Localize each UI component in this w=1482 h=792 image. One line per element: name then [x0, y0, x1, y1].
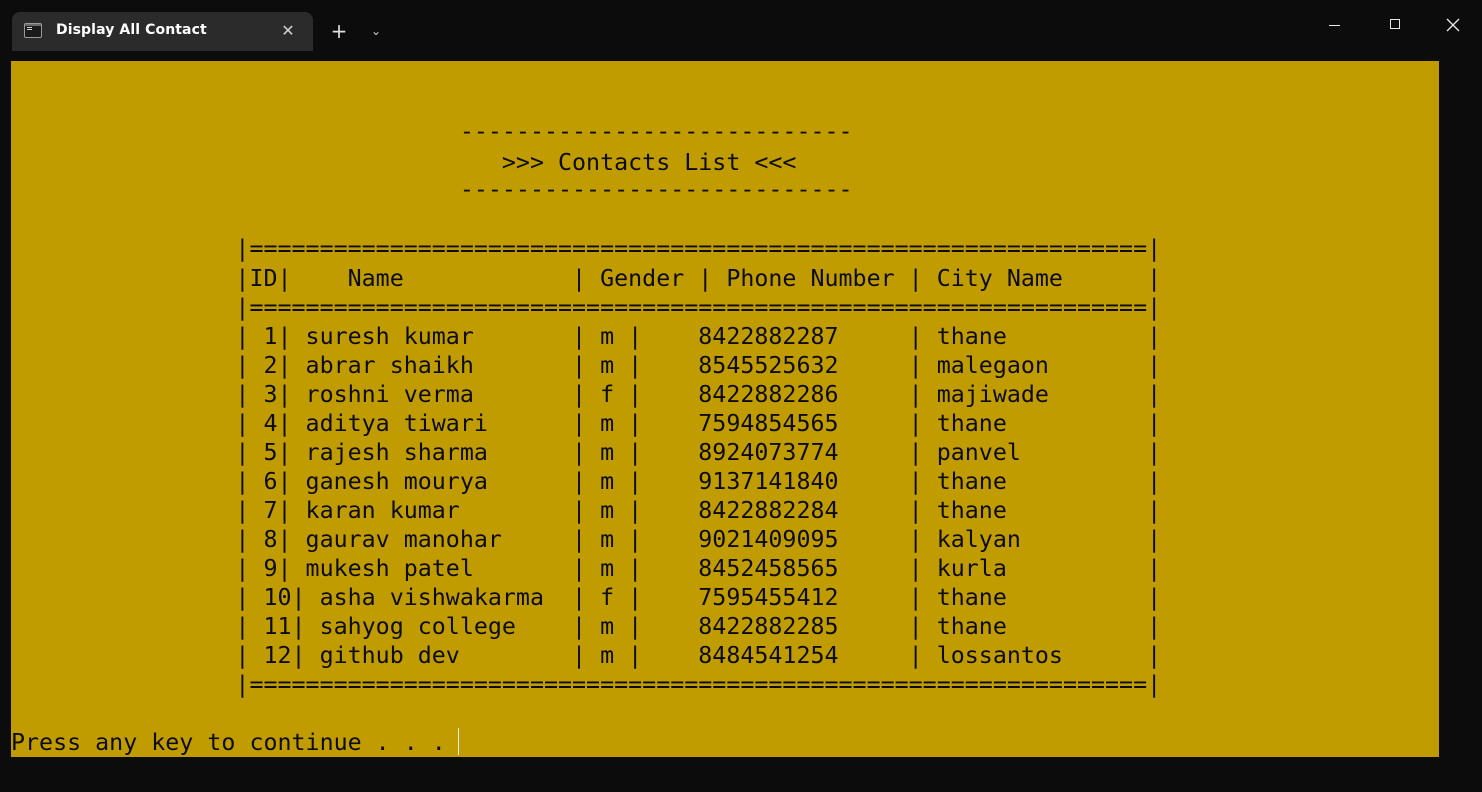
close-tab-icon[interactable]: ✕	[276, 19, 300, 43]
table-row: | 12| github dev | m | 8484541254 | loss…	[11, 642, 1162, 669]
new-tab-button[interactable]: +	[326, 18, 352, 44]
table-row: | 6| ganesh mourya | m | 9137141840 | th…	[11, 468, 1162, 495]
close-window-button[interactable]	[1433, 10, 1473, 42]
minimize-button[interactable]	[1315, 10, 1355, 42]
text-cursor	[458, 728, 459, 755]
table-row: | 2| abrar shaikh | m | 8545525632 | mal…	[11, 352, 1162, 379]
window-bottom-edge	[0, 757, 1482, 792]
table-row: | 3| roshni verma | f | 8422882286 | maj…	[11, 381, 1162, 408]
header-rule-top: ----------------------------	[11, 118, 853, 145]
tab-display-all-contact[interactable]: Display All Contact ✕	[12, 12, 313, 51]
tab-title: Display All Contact	[56, 22, 207, 38]
chevron-down-icon[interactable]: ⌄	[364, 18, 388, 44]
table-row: | 10| asha vishwakarma | f | 7595455412 …	[11, 584, 1162, 611]
table-border-bottom: |=======================================…	[11, 671, 1162, 698]
table-row: | 11| sahyog college | m | 8422882285 | …	[11, 613, 1162, 640]
table-row: | 8| gaurav manohar | m | 9021409095 | k…	[11, 526, 1162, 553]
maximize-icon	[1390, 19, 1400, 29]
table-border-top: |=======================================…	[11, 235, 1162, 262]
console-output[interactable]: ---------------------------- >>> Contact…	[11, 61, 1439, 757]
table-row: | 5| rajesh sharma | m | 8924073774 | pa…	[11, 439, 1162, 466]
header-rule-bottom: ----------------------------	[11, 176, 853, 203]
terminal-window: Display All Contact ✕ + ⌄ --------------	[0, 0, 1482, 792]
maximize-button[interactable]	[1375, 10, 1415, 42]
title-bar: Display All Contact ✕ + ⌄	[0, 0, 1482, 61]
table-row: | 9| mukesh patel | m | 8452458565 | kur…	[11, 555, 1162, 582]
table-row: | 1| suresh kumar | m | 8422882287 | tha…	[11, 323, 1162, 350]
header-title: >>> Contacts List <<<	[11, 149, 797, 176]
prompt-line: Press any key to continue . . .	[11, 729, 446, 756]
minimize-icon	[1329, 25, 1340, 26]
terminal-icon	[24, 23, 42, 38]
table-border-mid: |=======================================…	[11, 294, 1162, 321]
close-icon	[1446, 18, 1460, 32]
table-row: | 7| karan kumar | m | 8422882284 | than…	[11, 497, 1162, 524]
table-header-row: |ID| Name | Gender | Phone Number | City…	[11, 265, 1162, 292]
table-row: | 4| aditya tiwari | m | 7594854565 | th…	[11, 410, 1162, 437]
